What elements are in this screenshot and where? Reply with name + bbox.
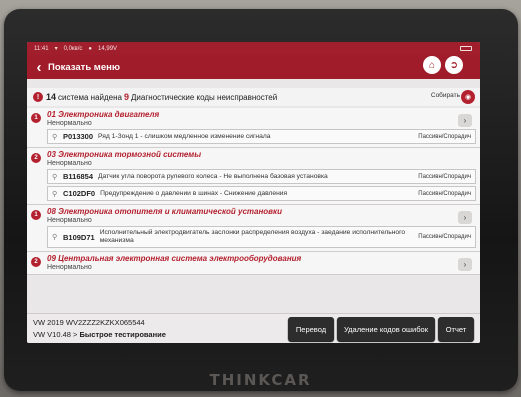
status-bar: 11:41 ▾ 0,0кв/с ● 14,99V [27,42,480,55]
system-list[interactable]: 1 01 Электроника двигателя Ненормально ›… [27,108,480,313]
systems-text: система найдена [58,92,122,102]
codes-count: 9 [124,92,130,102]
chevron-right-icon[interactable]: › [458,211,472,224]
report-button[interactable]: Отчет [438,317,474,341]
dtc-row[interactable]: ⚲ B109D71 Исполнительный электродвигател… [47,226,476,248]
software-mode: Быстрое тестирование [79,330,166,339]
dtc-description: Предупреждение о давлении в шинах - Сниж… [100,189,288,197]
system-index-badge: 2 [31,153,41,163]
system-index-badge: 1 [31,113,41,123]
system-status: Ненормально [47,120,92,127]
system-status: Ненормально [47,264,92,271]
system-index-badge: 2 [31,257,41,267]
system-name: 08 Электроника отопителя и климатической… [47,207,282,216]
search-icon[interactable]: ⚲ [52,133,60,141]
system-status: Ненормально [47,217,92,224]
status-speed: 0,0кв/с [63,45,83,52]
chevron-right-icon[interactable]: › [458,114,472,127]
status-voltage: 14,99V [98,45,118,52]
home-icon[interactable]: ⌂ [423,56,441,74]
dtc-state: Пассивн/Спорадич [418,173,471,180]
software-prefix: VW V10.48 > [33,330,78,339]
system-item[interactable]: 1 01 Электроника двигателя Ненормально ›… [27,108,480,148]
system-name: 01 Электроника двигателя [47,110,160,119]
wifi-icon: ▾ [54,46,58,52]
dtc-state: Пассивн/Спорадич [418,190,471,197]
system-item[interactable]: 1 08 Электроника отопителя и климатическ… [27,205,480,252]
chevron-right-icon[interactable]: › [458,258,472,271]
status-time: 11:41 [34,45,49,52]
dtc-description: Датчик угла поворота рулевого колеса - Н… [98,172,328,180]
system-item[interactable]: 2 03 Электроника тормозной системы Ненор… [27,148,480,205]
translate-button[interactable]: Перевод [288,317,334,341]
system-index-badge: 1 [31,210,41,220]
dtc-state: Пассивн/Спорадич [418,234,471,240]
dtc-row[interactable]: ⚲ P013300 Ряд 1-Зонд 1 - слишком медленн… [47,129,476,144]
dtc-code: P013300 [63,132,94,141]
dtc-row[interactable]: ⚲ C102DF0 Предупреждение о давлении в ши… [47,186,476,201]
system-name: 03 Электроника тормозной системы [47,150,202,159]
vehicle-info: VW 2019 WV2ZZZ2KZKX065544 [33,318,145,327]
dtc-code: B109D71 [63,232,95,242]
battery-icon [460,46,472,51]
footer-bar: VW 2019 WV2ZZZ2KZKX065544 VW V10.48 > Бы… [27,313,480,343]
alert-icon: ! [33,92,43,102]
search-icon[interactable]: ⚲ [52,173,60,181]
summary-bar: ! 14 система найдена 9 Диагностические к… [27,88,480,106]
dtc-description: Исполнительный электродвигатель заслонки… [99,229,406,244]
systems-count: 14 [46,92,57,102]
dtc-state: Пассивн/Спорадич [418,133,471,140]
search-icon[interactable]: ⚲ [52,190,60,198]
header-bar: ‹ Показать меню [27,55,480,79]
dtc-code: B116854 [63,172,94,181]
screen: 11:41 ▾ 0,0кв/с ● 14,99V ‹ Показать меню… [27,42,480,343]
clear-codes-button[interactable]: Удаление кодов ошибок [337,317,435,341]
page-title: Показать меню [48,61,120,73]
exit-icon[interactable]: ➲ [445,56,463,74]
search-icon[interactable]: ⚲ [52,233,60,241]
dtc-code: C102DF0 [63,189,96,198]
system-item[interactable]: 2 09 Центральная электронная система эле… [27,252,480,275]
system-status: Ненормально [47,160,92,167]
dtc-row[interactable]: ⚲ B116854 Датчик угла поворота рулевого … [47,169,476,184]
system-name: 09 Центральная электронная система элект… [47,254,302,263]
software-info: VW V10.48 > Быстрое тестирование [33,330,166,339]
device-brand-logo: THINKCAR [209,371,312,389]
car-icon: ● [88,45,93,52]
camera-icon[interactable]: ◉ [461,90,475,104]
back-icon[interactable]: ‹ [30,59,48,76]
collect-button[interactable]: Собирать [431,92,460,99]
dtc-description: Ряд 1-Зонд 1 - слишком медленное изменен… [98,132,271,140]
codes-text: Диагностические коды неисправностей [131,92,278,102]
